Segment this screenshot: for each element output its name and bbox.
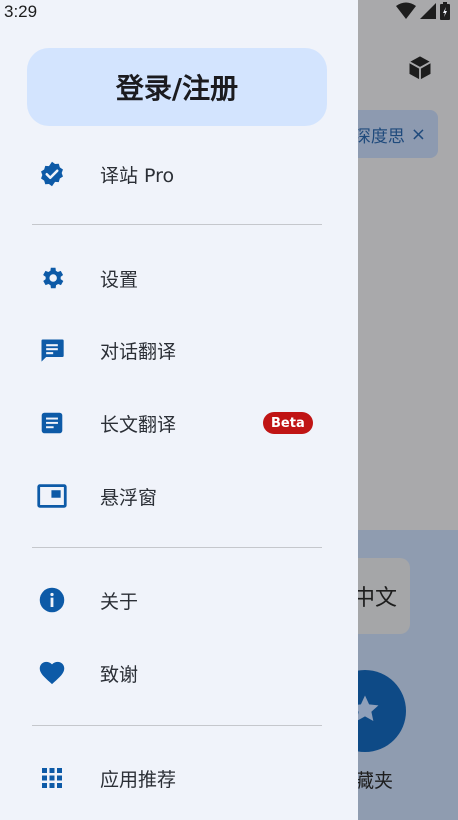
document-icon <box>37 408 67 438</box>
info-icon <box>37 585 67 615</box>
drawer-item-acknowledgements[interactable]: 致谢 <box>16 643 342 703</box>
drawer-item-label: 应用推荐 <box>100 768 177 791</box>
drawer-item-label: 关于 <box>100 590 139 613</box>
language-label: 中文 <box>352 586 397 611</box>
drawer-item-long-text-translate[interactable]: 长文翻译 Beta <box>16 393 342 453</box>
drawer-item-label: 悬浮窗 <box>100 486 158 509</box>
drawer-item-floating-window[interactable]: 悬浮窗 <box>16 466 342 526</box>
wifi-icon <box>396 2 416 24</box>
beta-badge: Beta <box>263 412 313 434</box>
verified-badge-icon <box>37 159 67 189</box>
battery-icon <box>440 2 450 24</box>
drawer-item-conversation-translate[interactable]: 对话翻译 <box>16 320 342 380</box>
status-icons <box>396 2 450 24</box>
gear-icon <box>37 263 67 293</box>
apps-grid-icon <box>37 763 67 793</box>
signal-icon <box>420 3 436 23</box>
drawer-item-label: 长文翻译 <box>100 413 177 436</box>
login-register-button[interactable]: 登录/注册 <box>27 48 327 126</box>
drawer-item-label: 设置 <box>100 268 139 291</box>
close-icon[interactable]: × <box>411 124 426 145</box>
drawer-item-label: 译站 Pro <box>100 164 175 187</box>
navigation-drawer: 登录/注册 译站 Pro 设置 对话翻译 长文翻译 Beta 悬浮窗 关于 致谢… <box>0 0 358 820</box>
drawer-item-label: 对话翻译 <box>100 340 177 363</box>
divider <box>32 725 322 726</box>
drawer-item-pro[interactable]: 译站 Pro <box>16 144 342 204</box>
divider <box>32 224 322 225</box>
divider <box>32 547 322 548</box>
drawer-item-settings[interactable]: 设置 <box>16 248 342 308</box>
picture-in-picture-icon <box>37 481 67 511</box>
chat-icon <box>37 335 67 365</box>
drawer-item-about[interactable]: 关于 <box>16 570 342 630</box>
deep-think-chip-label: 深度思 <box>353 126 405 147</box>
drawer-item-label: 致谢 <box>100 663 139 686</box>
cube-icon[interactable] <box>406 54 434 82</box>
heart-icon <box>37 658 67 688</box>
favorites-label: 藏夹 <box>355 770 394 792</box>
status-time: 3:29 <box>4 2 38 21</box>
drawer-item-app-recommendations[interactable]: 应用推荐 <box>16 748 342 808</box>
